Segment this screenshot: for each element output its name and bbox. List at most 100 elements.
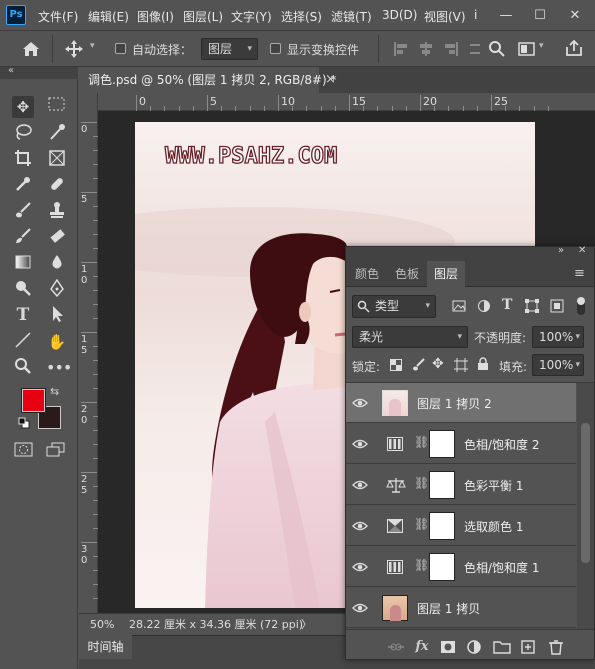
document-tab[interactable]: 调色.psd @ 50% (图层 1 拷贝 2, RGB/8#) * [79, 67, 337, 93]
layers-scrollbar[interactable] [577, 383, 594, 629]
dodge-tool-icon[interactable] [12, 279, 34, 301]
history-brush-tool-icon[interactable] [12, 227, 34, 249]
show-transform-checkbox[interactable] [270, 43, 281, 54]
move-tool-icon[interactable]: ✥ [12, 96, 34, 118]
quick-select-tool-icon[interactable] [46, 123, 68, 145]
lock-transparent-icon[interactable] [390, 359, 402, 371]
lock-position-icon[interactable]: ✥ [432, 356, 444, 372]
menu-3d[interactable]: 3D(D) [382, 8, 417, 22]
minimize-button[interactable]: — [493, 0, 519, 31]
chevron-down-icon[interactable]: ▾ [90, 41, 95, 51]
eraser-tool-icon[interactable] [46, 227, 68, 249]
menu-view[interactable]: 视图(V) [424, 8, 466, 25]
collapse-icon[interactable]: « [8, 65, 14, 76]
blend-mode-dropdown[interactable]: 柔光 ▾ [352, 326, 468, 348]
quick-mask-icon[interactable] [14, 442, 34, 458]
lock-all-icon[interactable] [477, 357, 489, 371]
tab-layers[interactable]: 图层 [427, 261, 465, 287]
delete-layer-icon[interactable] [546, 639, 566, 655]
lock-image-icon[interactable] [412, 358, 426, 372]
menu-file[interactable]: 文件(F) [38, 8, 78, 25]
line-tool-icon[interactable] [12, 331, 34, 353]
move-tool-icon[interactable] [64, 39, 84, 59]
screen-mode-icon[interactable] [46, 442, 66, 458]
path-select-tool-icon[interactable] [46, 305, 68, 327]
shape-filter-icon[interactable] [525, 299, 539, 313]
menu-select[interactable]: 选择(S) [281, 8, 322, 25]
lock-artboard-icon[interactable] [454, 358, 468, 372]
swap-colors-icon[interactable]: ⇆ [50, 385, 59, 398]
home-icon[interactable] [22, 40, 40, 57]
type-filter-icon[interactable]: T [502, 297, 512, 313]
visibility-eye-icon[interactable] [352, 437, 368, 451]
maximize-button[interactable]: ☐ [527, 0, 553, 31]
link-icon[interactable]: ⛓ [414, 476, 429, 490]
pen-tool-icon[interactable] [46, 278, 68, 301]
marquee-tool-icon[interactable] [46, 96, 68, 118]
zoom-level[interactable]: 50% [90, 614, 114, 636]
opacity-field[interactable]: 100% ▾ [532, 326, 584, 348]
chevron-down-icon[interactable]: ▾ [539, 41, 544, 51]
collapse-panel-icon[interactable]: » [558, 245, 564, 256]
align-left-icon[interactable] [393, 41, 409, 57]
timeline-tab[interactable]: 时间轴 [79, 635, 132, 659]
type-tool-icon[interactable]: T [12, 305, 34, 327]
more-tools-icon[interactable]: ••• [46, 357, 72, 379]
lasso-tool-icon[interactable] [12, 123, 34, 145]
layer-row[interactable]: ⛓ 色相/饱和度 1 [346, 547, 576, 587]
gradient-tool-icon[interactable] [12, 253, 34, 275]
zoom-tool-icon[interactable] [12, 357, 34, 379]
close-panel-icon[interactable]: ✕ [578, 245, 586, 256]
smart-object-filter-icon[interactable] [550, 299, 564, 313]
default-colors-icon[interactable] [18, 417, 30, 429]
blur-tool-icon[interactable] [46, 253, 68, 275]
align-right-icon[interactable] [443, 41, 459, 57]
adjustment-filter-icon[interactable] [477, 299, 491, 313]
filter-kind-dropdown[interactable]: 类型 ▾ [352, 295, 436, 318]
link-layers-icon[interactable] [386, 639, 406, 655]
close-tab-icon[interactable]: × [325, 72, 336, 87]
tab-swatches[interactable]: 色板 [388, 261, 426, 287]
frame-tool-icon[interactable] [46, 149, 68, 171]
auto-select-dropdown[interactable]: 图层 ▾ [201, 38, 258, 60]
distribute-icon[interactable] [470, 41, 484, 57]
visibility-eye-icon[interactable] [352, 560, 368, 574]
visibility-eye-icon[interactable] [352, 478, 368, 492]
status-menu-arrow[interactable]: 〉 [301, 614, 312, 636]
add-mask-icon[interactable] [438, 639, 458, 655]
fx-icon[interactable]: fx [412, 639, 432, 655]
layer-row[interactable]: ⛓ 色彩平衡 1 [346, 465, 576, 505]
new-layer-icon[interactable] [518, 639, 538, 655]
menu-edit[interactable]: 编辑(E) [88, 8, 129, 25]
layer-row[interactable]: ⛓ 色相/饱和度 2 [346, 424, 576, 464]
menu-filter[interactable]: 滤镜(T) [331, 8, 372, 25]
hand-tool-icon[interactable]: ✋ [46, 331, 68, 353]
panel-menu-icon[interactable]: ≡ [574, 266, 585, 281]
align-center-icon[interactable] [418, 41, 434, 57]
link-icon[interactable]: ⛓ [414, 517, 429, 531]
menu-image[interactable]: 图像(I) [137, 8, 174, 25]
menu-type[interactable]: 文字(Y) [231, 8, 272, 25]
layer-row[interactable]: ⛓ 选取颜色 1 [346, 506, 576, 546]
filter-toggle[interactable] [577, 297, 585, 315]
visibility-eye-icon[interactable] [352, 519, 368, 533]
link-icon[interactable]: ⛓ [414, 435, 429, 449]
healing-brush-tool-icon[interactable] [46, 175, 68, 197]
clone-stamp-tool-icon[interactable] [46, 201, 68, 223]
brush-tool-icon[interactable] [12, 201, 34, 223]
workspace-icon[interactable] [518, 41, 536, 57]
visibility-eye-icon[interactable] [352, 601, 368, 615]
visibility-eye-icon[interactable] [352, 396, 368, 410]
new-group-icon[interactable] [492, 639, 512, 655]
eyedropper-tool-icon[interactable] [12, 175, 34, 197]
auto-select-checkbox[interactable] [115, 43, 126, 54]
layer-row[interactable]: 图层 1 拷贝 [346, 588, 576, 628]
scrollbar-thumb[interactable] [581, 423, 590, 563]
share-icon[interactable] [565, 39, 583, 57]
search-icon[interactable] [488, 40, 506, 58]
link-icon[interactable]: ⛓ [414, 558, 429, 572]
close-button[interactable]: ✕ [562, 0, 588, 31]
foreground-color-swatch[interactable] [22, 389, 45, 412]
fill-field[interactable]: 100% ▾ [532, 354, 584, 376]
pixel-filter-icon[interactable] [452, 299, 466, 313]
